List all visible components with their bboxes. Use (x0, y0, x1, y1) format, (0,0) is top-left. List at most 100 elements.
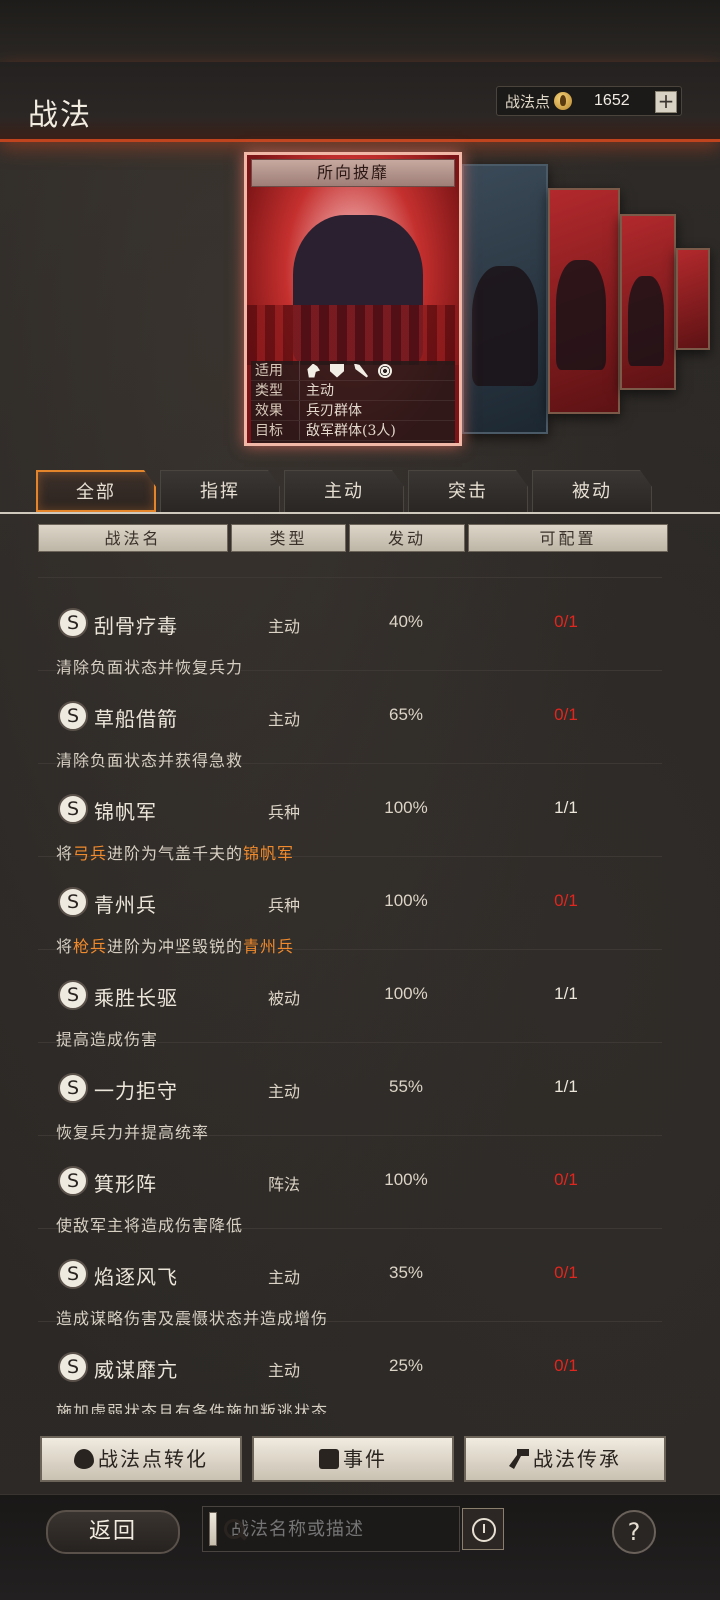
skill-name: 青州兵 (94, 893, 157, 917)
skill-type: 主动 (268, 1268, 301, 1287)
column-header-name[interactable]: 战法名 (38, 524, 228, 552)
info-row-type: 类型 主动 (251, 381, 455, 401)
rank-s-badge: S (58, 794, 88, 824)
column-header-config[interactable]: 可配置 (468, 524, 668, 552)
skill-name: 箕形阵 (94, 1172, 157, 1196)
list-item[interactable]: S 草船借箭 主动 65% 0/1 清除负面状态并获得急救 (38, 671, 662, 770)
skill-points-box: 战法点 1652 + (496, 86, 682, 116)
info-value: 敌军群体(3人) (299, 421, 455, 440)
skill-name: 一力拒守 (94, 1079, 178, 1103)
inherit-skill-button[interactable]: 战法传承 (464, 1436, 666, 1482)
skill-type: 主动 (268, 617, 301, 636)
back-button[interactable]: 返回 (46, 1510, 180, 1554)
unit-icons (299, 361, 455, 380)
warrior-silhouette (472, 266, 538, 386)
search-input[interactable] (231, 1518, 459, 1540)
warrior-silhouette (556, 260, 606, 370)
featured-skill-card[interactable]: 所向披靡 适用 类型 主动 效果 兵刃群体 目标 敌军群体(3人) (244, 152, 462, 446)
tab-command[interactable]: 指挥 (160, 470, 280, 512)
skill-type: 被动 (268, 989, 301, 1008)
wheel-icon (378, 363, 392, 378)
card-title: 所向披靡 (251, 159, 455, 187)
tab-passive[interactable]: 被动 (532, 470, 652, 512)
info-value: 主动 (299, 381, 455, 400)
skill-description: 施加虚弱状态且有条件施加叛逃状态 (56, 1402, 329, 1414)
inherit-skill-label: 战法传承 (533, 1447, 621, 1471)
rank-s-badge: S (58, 1259, 88, 1289)
info-key: 效果 (255, 403, 283, 419)
skill-rate: 40% (388, 612, 424, 631)
cavalry-horse-icon (307, 363, 320, 378)
skill-card[interactable] (548, 188, 620, 414)
top-band (0, 0, 720, 62)
rank-s-badge: S (58, 608, 88, 638)
skill-name: 焰逐风飞 (94, 1265, 178, 1289)
list-item[interactable]: S 箕形阵 阵法 100% 0/1 使敌军主将造成伤害降低 (38, 1136, 662, 1235)
list-item[interactable]: S 焰逐风飞 主动 35% 0/1 造成谋略伤害及震慑状态并造成增伤 (38, 1229, 662, 1328)
skill-card[interactable] (462, 164, 548, 434)
rank-s-badge: S (58, 1073, 88, 1103)
skill-type: 兵种 (268, 896, 301, 915)
page-title: 战法 (28, 98, 92, 133)
column-header-type[interactable]: 类型 (231, 524, 346, 552)
tabs-divider (0, 512, 720, 514)
skill-config: 0/1 (554, 612, 578, 631)
list-item[interactable]: S 乘胜长驱 被动 100% 1/1 提高造成伤害 (38, 950, 662, 1049)
skill-name: 威谋靡亢 (94, 1358, 178, 1382)
skill-type: 兵种 (268, 803, 301, 822)
rank-s-badge: S (58, 1166, 88, 1196)
tab-active[interactable]: 主动 (284, 470, 404, 512)
convert-points-button[interactable]: 战法点转化 (40, 1436, 242, 1482)
skill-config: 0/1 (554, 1263, 578, 1282)
search-icon[interactable] (209, 1512, 244, 1546)
table-header: 战法名 类型 发动 可配置 (38, 524, 668, 552)
flame-icon (74, 1449, 94, 1469)
tab-assault[interactable]: 突击 (408, 470, 528, 512)
list-item[interactable]: S 威谋靡亢 主动 25% 0/1 施加虚弱状态且有条件施加叛逃状态 (38, 1322, 662, 1414)
skill-name: 锦帆军 (94, 800, 157, 824)
event-icon (319, 1449, 339, 1469)
info-key: 目标 (255, 423, 283, 439)
help-button[interactable]: ? (612, 1510, 656, 1554)
tab-all[interactable]: 全部 (36, 470, 156, 512)
event-label: 事件 (343, 1447, 387, 1471)
warrior-silhouette (628, 276, 664, 366)
hammer-icon (509, 1449, 529, 1469)
card-info-panel: 适用 类型 主动 效果 兵刃群体 目标 敌军群体(3人) (251, 361, 455, 443)
clock-history-icon[interactable] (462, 1508, 504, 1550)
rank-s-badge: S (58, 701, 88, 731)
list-item[interactable]: S 锦帆军 兵种 100% 1/1 将弓兵进阶为气盖千夫的锦帆军 (38, 764, 662, 863)
skill-config: 0/1 (554, 1170, 578, 1189)
info-key: 类型 (255, 383, 283, 399)
skill-config: 0/1 (554, 705, 578, 724)
info-key: 适用 (255, 363, 283, 379)
skill-rate: 65% (388, 705, 424, 724)
skill-rate: 100% (384, 798, 428, 817)
skill-list[interactable]: S 刮骨疗毒 主动 40% 0/1 清除负面状态并恢复兵力 S 草船借箭 主动 … (38, 562, 662, 1414)
skill-rate: 35% (388, 1263, 424, 1282)
skill-card[interactable] (620, 214, 676, 390)
skill-rate: 25% (388, 1356, 424, 1375)
list-item-partial (38, 562, 662, 578)
list-item[interactable]: S 青州兵 兵种 100% 0/1 将枪兵进阶为冲坚毁锐的青州兵 (38, 857, 662, 956)
event-button[interactable]: 事件 (252, 1436, 454, 1482)
skill-rate: 100% (384, 984, 428, 1003)
skill-point-coin-icon (554, 92, 573, 110)
skill-config: 0/1 (554, 891, 578, 910)
skill-config: 0/1 (554, 1356, 578, 1375)
skill-rate: 100% (384, 1170, 428, 1189)
skill-card[interactable] (676, 248, 710, 350)
search-box (202, 1506, 460, 1552)
list-item[interactable]: S 一力拒守 主动 55% 1/1 恢复兵力并提高统率 (38, 1043, 662, 1142)
shield-icon (330, 363, 344, 378)
skill-name: 乘胜长驱 (94, 986, 178, 1010)
rank-s-badge: S (58, 1352, 88, 1382)
column-header-trigger[interactable]: 发动 (349, 524, 465, 552)
list-item[interactable]: S 刮骨疗毒 主动 40% 0/1 清除负面状态并恢复兵力 (38, 578, 662, 677)
add-points-button[interactable]: + (655, 91, 677, 113)
action-buttons: 战法点转化 事件 战法传承 (40, 1436, 666, 1482)
skill-name: 刮骨疗毒 (94, 614, 178, 638)
rank-s-badge: S (58, 887, 88, 917)
skill-name: 草船借箭 (94, 707, 178, 731)
skill-config: 1/1 (554, 798, 578, 817)
